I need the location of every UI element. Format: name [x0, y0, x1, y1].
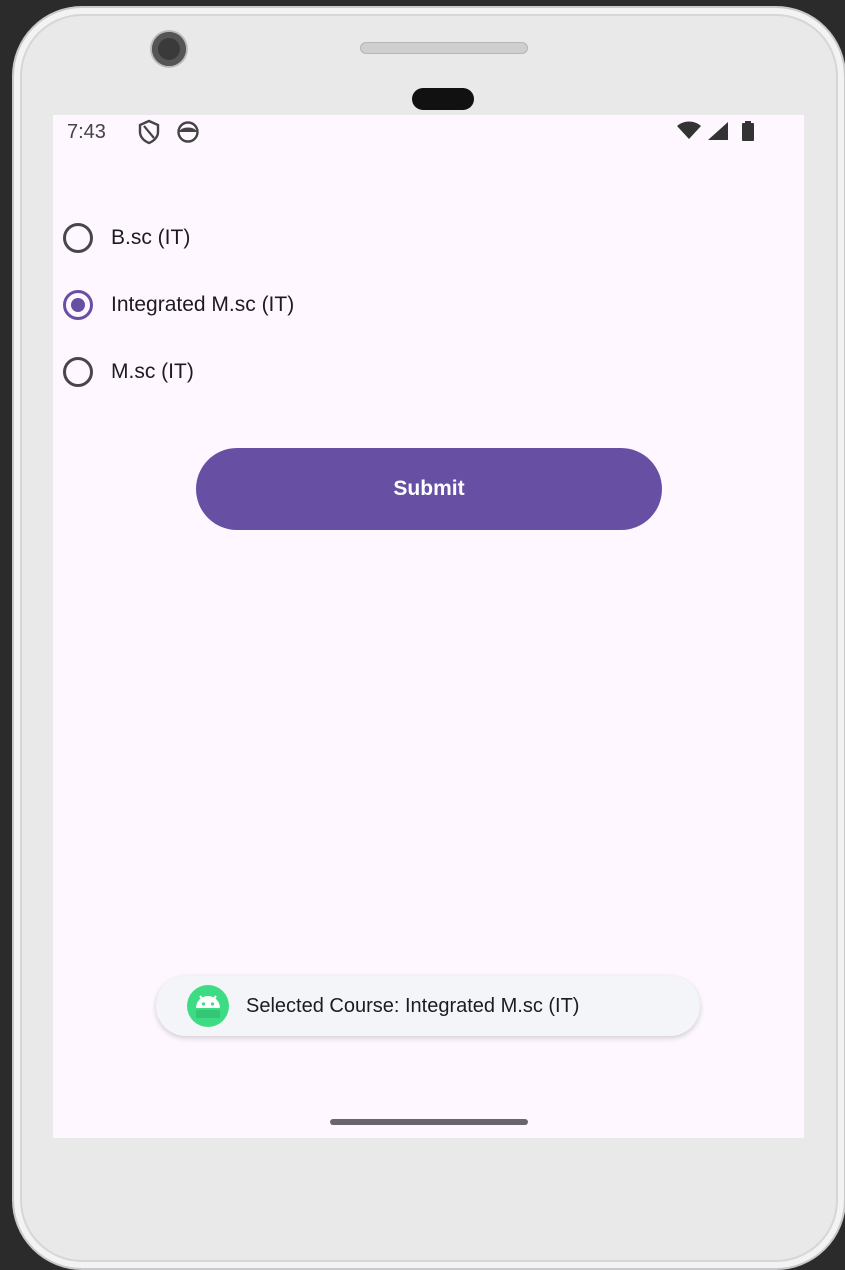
signal-icon [706, 121, 730, 147]
radio-option-msc-it[interactable]: M.sc (IT) [63, 354, 194, 390]
toast-message: Selected Course: Integrated M.sc (IT) [156, 976, 700, 1036]
radio-button-msc-it[interactable] [63, 357, 93, 387]
wifi-icon [676, 121, 702, 147]
radio-label-msc-it[interactable]: M.sc (IT) [111, 360, 194, 384]
status-time: 7:43 [67, 121, 106, 143]
front-camera [152, 32, 186, 66]
radio-label-bsc-it[interactable]: B.sc (IT) [111, 226, 190, 250]
toast-text: Selected Course: Integrated M.sc (IT) [246, 994, 580, 1017]
android-icon [186, 984, 230, 1028]
radio-button-bsc-it[interactable] [63, 223, 93, 253]
status-right-icons [676, 121, 754, 147]
radio-option-bsc-it[interactable]: B.sc (IT) [63, 220, 190, 256]
notification-icon [175, 119, 201, 151]
status-bar: 7:43 [53, 115, 804, 153]
speaker-grille [360, 42, 528, 54]
shield-icon [137, 119, 161, 151]
submit-button[interactable]: Submit [196, 448, 662, 530]
home-indicator[interactable] [330, 1119, 528, 1125]
radio-label-integrated-msc-it[interactable]: Integrated M.sc (IT) [111, 293, 294, 317]
battery-icon [742, 121, 754, 147]
app-screen: 7:43 B.sc (IT) Integrated M.sc (IT) M.sc… [53, 115, 804, 1138]
radio-button-integrated-msc-it[interactable] [63, 290, 93, 320]
radio-option-integrated-msc-it[interactable]: Integrated M.sc (IT) [63, 287, 294, 323]
earpiece [412, 88, 474, 110]
